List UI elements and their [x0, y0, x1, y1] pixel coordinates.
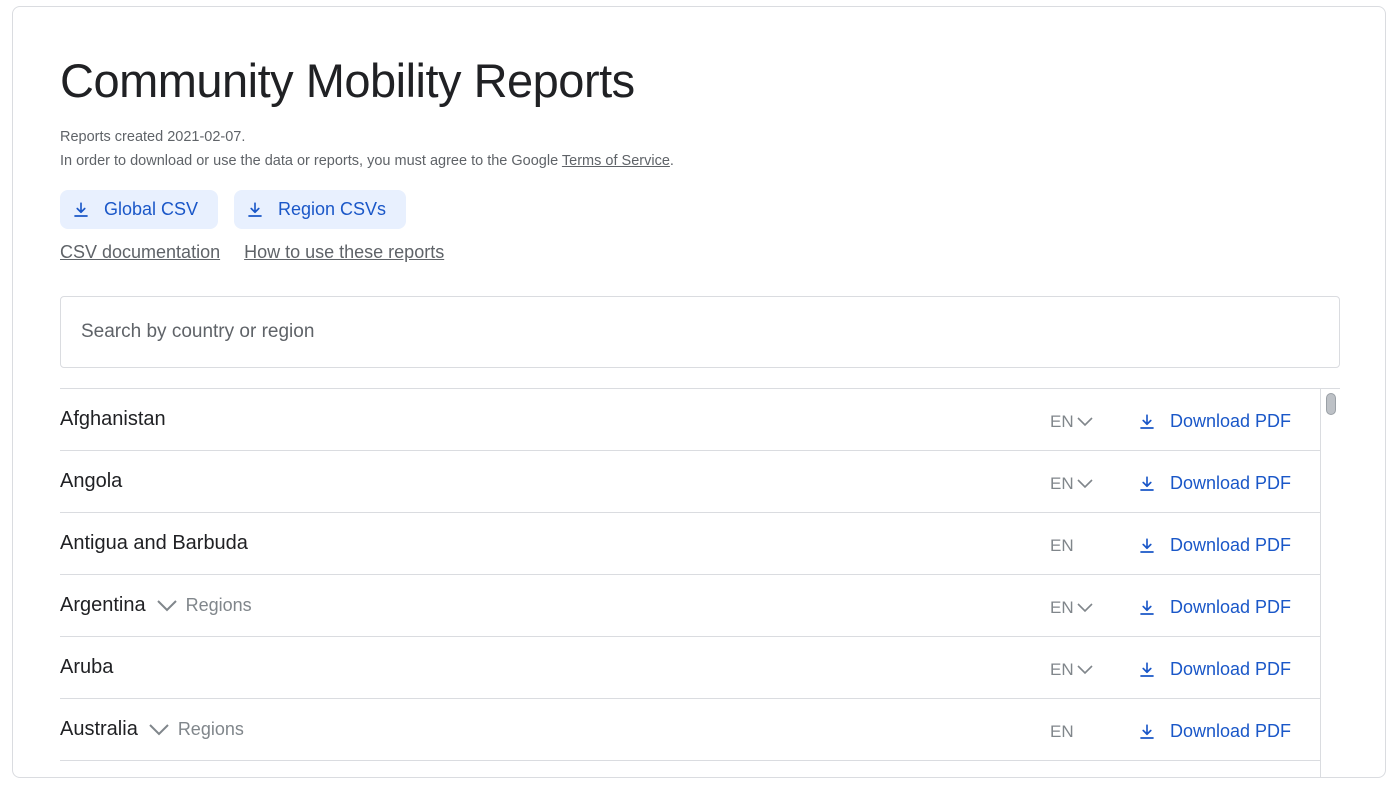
- download-icon: [1140, 661, 1154, 677]
- download-icon: [1140, 537, 1154, 553]
- download-icon: [248, 201, 262, 217]
- chevron-down-icon: [1077, 665, 1093, 675]
- csv-documentation-link[interactable]: CSV documentation: [60, 242, 220, 263]
- chevron-down-icon[interactable]: [156, 599, 178, 613]
- mobility-reports-card: Community Mobility Reports Reports creat…: [12, 6, 1386, 778]
- country-name[interactable]: Aruba: [60, 656, 113, 679]
- download-icon: [1140, 599, 1154, 615]
- download-icon: [1140, 723, 1154, 739]
- download-pdf-label: Download PDF: [1170, 659, 1292, 679]
- download-icon: [1140, 475, 1154, 491]
- language-code: EN: [1050, 722, 1074, 741]
- language-select[interactable]: EN: [1050, 660, 1093, 680]
- country-cell: Angola: [60, 470, 122, 493]
- country-cell: Aruba: [60, 656, 113, 679]
- terms-text: In order to download or use the data or …: [60, 153, 562, 169]
- created-date: Reports created 2021-02-07.: [60, 129, 246, 145]
- terms-of-service-link[interactable]: Terms of Service: [562, 153, 670, 169]
- language-select: EN: [1050, 722, 1074, 742]
- download-pdf-label: Download PDF: [1170, 473, 1292, 493]
- download-pdf-link[interactable]: Download PDF: [1138, 473, 1291, 494]
- chevron-down-icon: [1077, 603, 1093, 613]
- regions-toggle[interactable]: Regions: [186, 595, 252, 616]
- download-pdf-label: Download PDF: [1170, 411, 1292, 431]
- region-csvs-label: Region CSVs: [278, 199, 387, 219]
- download-pdf-label: Download PDF: [1170, 597, 1292, 617]
- download-pdf-link[interactable]: Download PDF: [1138, 721, 1291, 742]
- terms-notice: In order to download or use the data or …: [60, 149, 674, 173]
- scrollbar-thumb[interactable]: [1326, 393, 1336, 415]
- language-code: EN: [1050, 536, 1074, 555]
- download-pdf-link[interactable]: Download PDF: [1138, 535, 1291, 556]
- country-row: Angola EN Download PDF: [60, 451, 1320, 513]
- language-code: EN: [1050, 412, 1074, 431]
- country-rows: Afghanistan EN Download PDF Angola EN Do…: [60, 389, 1340, 761]
- search-box[interactable]: [60, 296, 1340, 368]
- country-name[interactable]: Afghanistan: [60, 408, 166, 431]
- country-name[interactable]: Antigua and Barbuda: [60, 532, 248, 555]
- country-name[interactable]: Angola: [60, 470, 122, 493]
- language-select[interactable]: EN: [1050, 412, 1093, 432]
- language-code: EN: [1050, 660, 1074, 679]
- country-cell: Afghanistan: [60, 408, 166, 431]
- country-row: Antigua and Barbuda EN Download PDF: [60, 513, 1320, 575]
- global-csv-button[interactable]: Global CSV: [60, 190, 219, 229]
- region-csvs-button[interactable]: Region CSVs: [234, 190, 407, 229]
- country-row: Afghanistan EN Download PDF: [60, 389, 1320, 451]
- how-to-use-link[interactable]: How to use these reports: [244, 242, 444, 263]
- country-row: Argentina Regions EN Download PDF: [60, 575, 1320, 637]
- download-pdf-label: Download PDF: [1170, 535, 1292, 555]
- country-row: Australia Regions EN Download PDF: [60, 699, 1320, 761]
- chevron-down-icon[interactable]: [148, 723, 170, 737]
- country-cell: Australia Regions: [60, 718, 244, 741]
- language-select: EN: [1050, 536, 1074, 556]
- doc-links: CSV documentation How to use these repor…: [60, 242, 444, 263]
- country-name[interactable]: Argentina: [60, 594, 146, 617]
- download-pdf-link[interactable]: Download PDF: [1138, 597, 1291, 618]
- language-code: EN: [1050, 598, 1074, 617]
- search-input[interactable]: [81, 321, 1319, 343]
- country-cell: Antigua and Barbuda: [60, 532, 248, 555]
- download-icon: [74, 201, 88, 217]
- chevron-down-icon: [1077, 479, 1093, 489]
- language-select[interactable]: EN: [1050, 474, 1093, 494]
- country-cell: Argentina Regions: [60, 594, 252, 617]
- country-name[interactable]: Australia: [60, 718, 138, 741]
- report-meta: Reports created 2021-02-07. In order to …: [60, 125, 674, 173]
- page-title: Community Mobility Reports: [60, 54, 635, 107]
- download-pdf-link[interactable]: Download PDF: [1138, 411, 1291, 432]
- language-select[interactable]: EN: [1050, 598, 1093, 618]
- language-code: EN: [1050, 474, 1074, 493]
- download-pdf-label: Download PDF: [1170, 721, 1292, 741]
- download-icon: [1140, 413, 1154, 429]
- terms-period: .: [669, 153, 674, 169]
- regions-toggle[interactable]: Regions: [178, 719, 244, 740]
- scrollbar[interactable]: [1320, 389, 1340, 777]
- chevron-down-icon: [1077, 417, 1093, 427]
- country-list: Afghanistan EN Download PDF Angola EN Do…: [60, 388, 1340, 777]
- download-pdf-link[interactable]: Download PDF: [1138, 659, 1291, 680]
- country-row: Aruba EN Download PDF: [60, 637, 1320, 699]
- global-csv-label: Global CSV: [104, 199, 199, 219]
